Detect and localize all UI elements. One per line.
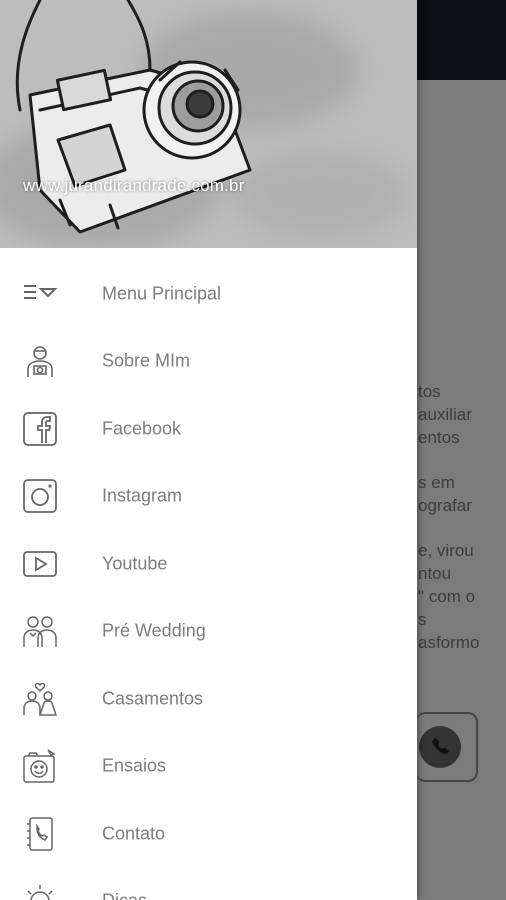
drawer-item-ensaios[interactable]: Ensaios	[0, 733, 417, 801]
drawer-item-menu-principal[interactable]: Menu Principal	[0, 260, 417, 328]
whatsapp-icon	[419, 726, 461, 768]
instagram-icon	[22, 478, 58, 514]
drawer-item-casamentos[interactable]: Casamentos	[0, 665, 417, 733]
background-text-line: ntou	[418, 564, 452, 583]
camera-illustration	[15, 0, 252, 234]
background-text-line: s em	[418, 473, 455, 492]
background-text: tos auxiliar entos s em ografar e, virou…	[418, 380, 506, 654]
drawer-item-label: Instagram	[102, 485, 183, 506]
navigation-drawer: www.jurandirandrade.com.br Menu Principa…	[0, 0, 417, 900]
drawer-item-label: Sobre MIm	[102, 350, 191, 371]
background-text-gap	[418, 517, 506, 539]
drawer-header: www.jurandirandrade.com.br	[0, 0, 417, 248]
drawer-item-youtube[interactable]: Youtube	[0, 530, 417, 598]
phone-book-icon	[22, 816, 58, 852]
background-text-line: s	[418, 610, 427, 629]
drawer-item-label: Casamentos	[102, 688, 204, 709]
background-text-line: ografar	[418, 496, 472, 515]
drawer-item-label: Youtube	[102, 553, 168, 574]
drawer-item-label: Ensaios	[102, 755, 167, 776]
site-url[interactable]: www.jurandirandrade.com.br	[23, 176, 245, 196]
background-text-line: asformo	[418, 633, 480, 652]
drawer-item-label: Menu Principal	[102, 283, 222, 304]
photo-shoot-icon	[22, 748, 58, 784]
photographer-icon	[22, 343, 58, 379]
background-text-line: " com o	[418, 587, 476, 606]
youtube-icon	[22, 546, 58, 582]
background-text-gap	[418, 449, 506, 471]
menu-icon	[22, 276, 58, 312]
wedding-icon	[22, 681, 58, 717]
drawer-item-dicas[interactable]: Dicas	[0, 868, 417, 900]
drawer-item-sobre-mim[interactable]: Sobre MIm	[0, 328, 417, 396]
facebook-icon	[22, 411, 58, 447]
drawer-item-facebook[interactable]: Facebook	[0, 395, 417, 463]
background-text-line: tos	[418, 382, 441, 401]
drawer-item-label: Contato	[102, 823, 166, 844]
drawer-item-label: Dicas	[102, 891, 147, 900]
drawer-item-pre-wedding[interactable]: Pré Wedding	[0, 598, 417, 666]
background-text-line: entos	[418, 428, 460, 447]
drawer-menu: Menu Principal Sobre MIm Facebook Instag…	[0, 260, 417, 900]
drawer-item-label: Pré Wedding	[102, 620, 206, 641]
drawer-item-contato[interactable]: Contato	[0, 800, 417, 868]
couple-icon	[22, 613, 58, 649]
background-text-line: e, virou	[418, 541, 474, 560]
background-text-line: auxiliar	[418, 405, 472, 424]
lightbulb-icon	[22, 883, 58, 900]
drawer-item-label: Facebook	[102, 418, 182, 439]
drawer-item-instagram[interactable]: Instagram	[0, 463, 417, 531]
whatsapp-button[interactable]	[416, 712, 478, 782]
